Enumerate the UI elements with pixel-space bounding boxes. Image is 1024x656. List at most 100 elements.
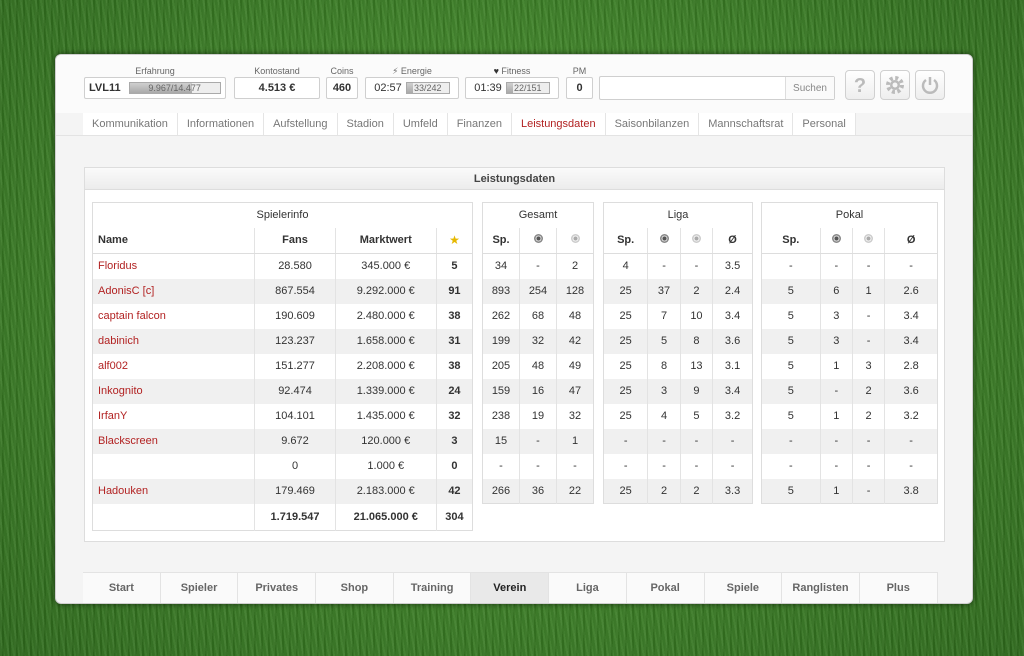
marktwert-column-header: Marktwert [335,227,437,254]
tab-personal[interactable]: Personal [793,113,856,135]
liga-cell: - [647,428,681,454]
pokal-cell: 3.2 [884,403,938,429]
logout-button[interactable] [915,70,945,100]
player-marktwert: 1.339.000 € [335,378,437,404]
player-name[interactable]: captain falcon [92,303,256,329]
pokal-table: Pokal Sp. Ø - - - -5 6 1 2.6 5 3-3.4 5 3-3.4 5 1 3 2.8… [761,202,938,504]
pokal-cell: 5 [761,478,821,504]
liga-cell: - [603,428,649,454]
player-name[interactable] [92,453,256,479]
tab-kommunikation[interactable]: Kommunikation [83,113,178,135]
nav-spiele[interactable]: Spiele [704,573,783,603]
pokal-cell: 3 [852,353,886,379]
gesamt-row: 15-1 [482,428,594,454]
gesamt-cell: 32 [519,328,557,354]
nav-spieler[interactable]: Spieler [160,573,239,603]
nav-start[interactable]: Start [83,573,161,603]
player-name[interactable]: Floridus [92,253,256,279]
tab-saisonbilanzen[interactable]: Saisonbilanzen [606,113,700,135]
liga-row: 25 5 8 3.6 [603,328,753,354]
pm-stat[interactable]: PM 0 [566,65,593,99]
gesamt-cell: 48 [556,303,594,329]
nav-shop[interactable]: Shop [316,573,394,603]
player-name[interactable]: IrfanY [92,403,256,429]
player-name[interactable]: AdonisC [c] [92,278,256,304]
erfahrung-value: 9.967/14.477 [148,83,201,93]
gesamt-row: 205 48 49 [482,353,594,379]
player-fans: 867.554 [254,278,336,304]
player-marktwert: 2.208.000 € [335,353,437,379]
liga-cell: 3.4 [712,303,753,329]
liga-row: 25 7 10 3.4 [603,303,753,329]
tab-informationen[interactable]: Informationen [178,113,265,135]
lightning-icon: ⚡ [392,66,399,76]
liga-cell: 7 [647,303,681,329]
gesamt-sp-header: Sp. [482,227,520,254]
player-name[interactable]: dabinich [92,328,256,354]
tab-mannschaftsrat[interactable]: Mannschaftsrat [699,113,794,135]
player-name[interactable]: Hadouken [92,478,256,504]
pokal-group-header: Pokal [761,202,938,228]
nav-privates[interactable]: Privates [238,573,317,603]
ball-light-icon [570,234,580,244]
gesamt-cell: 159 [482,378,520,404]
tab-aufstellung[interactable]: Aufstellung [264,113,338,135]
pokal-cell: - [852,428,886,454]
pm-value[interactable]: 0 [566,77,593,99]
fitness-label: ♥ Fitness [465,65,559,77]
fitness-box: 01:39 22/151 [465,77,559,99]
player-row: alf002 151.277 2.208.000 €38 [92,353,473,379]
player-fans: 28.580 [254,253,336,279]
player-name[interactable]: alf002 [92,353,256,379]
kontostand-stat: Kontostand 4.513 € [234,65,320,99]
gesamt-cell: 47 [556,378,594,404]
pokal-avg-header: Ø [884,227,938,254]
gesamt-row: 159 16 47 [482,378,594,404]
tab-leistungsdaten[interactable]: Leistungsdaten [512,113,606,135]
settings-button[interactable] [880,70,910,100]
player-row: IrfanY 104.101 1.435.000 €32 [92,403,473,429]
nav-ranglisten[interactable]: Ranglisten [782,573,860,603]
liga-cell: 3.3 [712,478,753,504]
pokal-cell: 2.6 [884,278,938,304]
gesamt-cell: 22 [556,478,594,504]
liga-row: 25 4 5 3.2 [603,403,753,429]
tab-stadion[interactable]: Stadion [338,113,394,135]
gesamt-cell: 48 [519,353,557,379]
liga-cell: - [712,428,753,454]
nav-liga[interactable]: Liga [549,573,627,603]
pokal-cell: 1 [852,278,886,304]
star-column-header: ★ [436,227,473,254]
pokal-row: 5 1 3 2.8 [761,353,938,379]
liga-cell: 5 [647,328,681,354]
tab-finanzen[interactable]: Finanzen [448,113,512,135]
secondary-tab-bar: Kommunikation Informationen Aufstellung Sta… [83,113,856,135]
gesamt-row: 266 36 22 [482,478,594,504]
pokal-row: ---- [761,453,938,479]
tab-umfeld[interactable]: Umfeld [394,113,448,135]
pokal-cell: - [884,453,938,479]
player-marktwert: 2.480.000 € [335,303,437,329]
pokal-cell: - [820,378,853,404]
power-icon [921,77,939,94]
liga-cell: 2 [647,478,681,504]
ball-light-icon [691,234,701,244]
player-name[interactable]: Blackscreen [92,428,256,454]
nav-verein[interactable]: Verein [471,573,550,603]
player-stars: 42 [436,478,473,504]
liga-cell: 9 [680,378,714,404]
liga-row: 25 37 2 2.4 [603,278,753,304]
nav-training[interactable]: Training [393,573,472,603]
search-input[interactable] [600,77,785,99]
gesamt-cell: 266 [482,478,520,504]
pokal-cell: - [884,253,938,279]
gesamt-cell: 128 [556,278,594,304]
player-row: AdonisC [c] 867.554 9.292.000 €91 [92,278,473,304]
pokal-row: 5 1 2 3.2 [761,403,938,429]
search-button[interactable]: Suchen [785,77,834,99]
help-button[interactable]: ? [845,70,875,100]
liga-row: 4- -3.5 [603,253,753,279]
nav-pokal[interactable]: Pokal [626,573,705,603]
player-name[interactable]: Inkognito [92,378,256,404]
nav-plus[interactable]: Plus [859,573,938,603]
